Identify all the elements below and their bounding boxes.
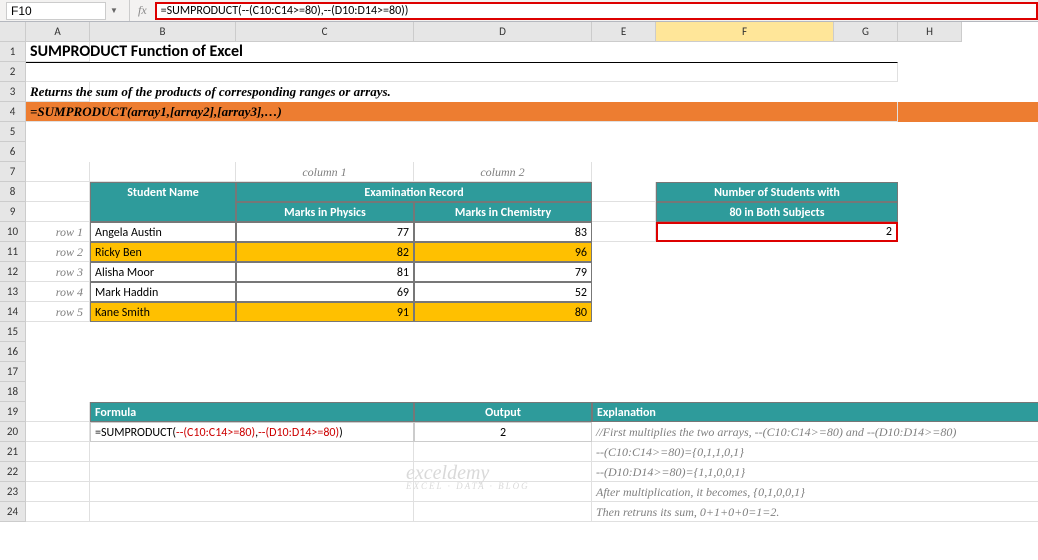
col-header[interactable]: C (236, 22, 414, 42)
col-header[interactable]: D (414, 22, 592, 42)
explanation-line: After multiplication, it becomes, {0,1,0… (592, 482, 1038, 502)
table-cell[interactable]: 79 (414, 262, 592, 282)
row-header[interactable]: 2 (0, 62, 26, 82)
th-physics: Marks in Physics (236, 202, 414, 222)
row-header[interactable]: 22 (0, 462, 26, 482)
explanation-line: --(D10:D14>=80)={1,1,0,0,1} (592, 462, 1038, 482)
th-chemistry: Marks in Chemistry (414, 202, 592, 222)
table-cell[interactable]: Mark Haddin (90, 282, 236, 302)
table-cell[interactable]: 96 (414, 242, 592, 262)
table-cell[interactable]: Ricky Ben (90, 242, 236, 262)
table-cell[interactable]: 80 (414, 302, 592, 322)
column-label: column 1 (236, 162, 414, 182)
row-header[interactable]: 21 (0, 442, 26, 462)
row-label: row 2 (26, 242, 90, 262)
row-header[interactable]: 13 (0, 282, 26, 302)
table-cell[interactable]: 69 (236, 282, 414, 302)
col-header[interactable]: A (26, 22, 90, 42)
row-header[interactable]: 14 (0, 302, 26, 322)
row-header[interactable]: 11 (0, 242, 26, 262)
table-cell[interactable]: Angela Austin (90, 222, 236, 242)
row-header[interactable]: 15 (0, 322, 26, 342)
th-formula: Formula (90, 402, 414, 422)
select-all-corner[interactable] (0, 22, 26, 42)
row-header[interactable]: 8 (0, 182, 26, 202)
row-header[interactable]: 1 (0, 42, 26, 62)
row-header[interactable]: 23 (0, 482, 26, 502)
explanation-line: Then retruns its sum, 0+1+0+0=1=2. (592, 502, 1038, 522)
table-cell[interactable]: 77 (236, 222, 414, 242)
result-header-1: Number of Students with (656, 182, 898, 202)
output-cell[interactable]: 2 (414, 422, 592, 442)
result-header-2: 80 in Both Subjects (656, 202, 898, 222)
row-header[interactable]: 7 (0, 162, 26, 182)
name-box-dropdown-icon[interactable]: ▼ (110, 6, 118, 16)
row-label: row 1 (26, 222, 90, 242)
col-header[interactable]: F (656, 22, 834, 42)
row-header[interactable]: 10 (0, 222, 26, 242)
row-header[interactable]: 18 (0, 382, 26, 402)
name-box[interactable] (6, 2, 106, 20)
table-cell[interactable]: 82 (236, 242, 414, 262)
table-cell[interactable]: Kane Smith (90, 302, 236, 322)
explanation-line: //First multiplies the two arrays, --(C1… (592, 422, 1038, 442)
th-output: Output (414, 402, 592, 422)
row-header[interactable]: 6 (0, 142, 26, 162)
row-header[interactable]: 16 (0, 342, 26, 362)
th-student-name: Student Name (90, 182, 236, 202)
table-cell[interactable]: 81 (236, 262, 414, 282)
formula-bar[interactable] (155, 2, 1038, 20)
table-cell[interactable]: 52 (414, 282, 592, 302)
row-label: row 5 (26, 302, 90, 322)
row-header[interactable]: 12 (0, 262, 26, 282)
col-header[interactable]: G (834, 22, 898, 42)
row-header[interactable]: 9 (0, 202, 26, 222)
page-title: SUMPRODUCT Function of Excel (26, 42, 90, 62)
fx-icon[interactable]: fx (138, 3, 147, 18)
result-cell[interactable]: 2 (656, 222, 898, 242)
table-cell[interactable]: 83 (414, 222, 592, 242)
col-header[interactable]: H (898, 22, 962, 42)
row-header[interactable]: 24 (0, 502, 26, 522)
row-label: row 3 (26, 262, 90, 282)
row-header[interactable]: 5 (0, 122, 26, 142)
row-header[interactable]: 17 (0, 362, 26, 382)
formula-cell[interactable]: =SUMPRODUCT(--(C10:C14>=80),--(D10:D14>=… (90, 422, 414, 442)
th-exam-record: Examination Record (236, 182, 592, 202)
col-header[interactable]: B (90, 22, 236, 42)
function-syntax: =SUMPRODUCT(array1,[array2],[array3],…) (26, 102, 898, 122)
table-cell[interactable]: Alisha Moor (90, 262, 236, 282)
row-header[interactable]: 19 (0, 402, 26, 422)
column-label: column 2 (414, 162, 592, 182)
function-description: Returns the sum of the products of corre… (26, 82, 90, 102)
row-header[interactable]: 4 (0, 102, 26, 122)
row-label: row 4 (26, 282, 90, 302)
explanation-line: --(C10:C14>=80)={0,1,1,0,1} (592, 442, 1038, 462)
table-cell[interactable]: 91 (236, 302, 414, 322)
row-header[interactable]: 3 (0, 82, 26, 102)
th-explanation: Explanation (592, 402, 1038, 422)
row-header[interactable]: 20 (0, 422, 26, 442)
col-header[interactable]: E (592, 22, 656, 42)
